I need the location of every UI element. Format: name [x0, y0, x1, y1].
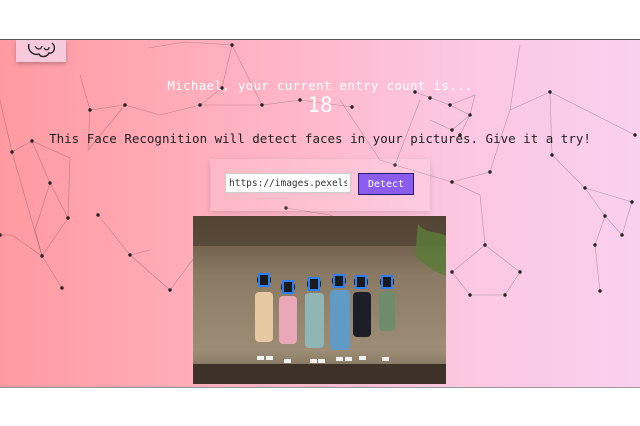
- detect-button[interactable]: Detect: [358, 173, 414, 195]
- image-url-input[interactable]: [225, 173, 351, 193]
- logo-tile[interactable]: [16, 40, 66, 62]
- greeting-text: Michael, your current entry count is...: [167, 78, 473, 93]
- entry-count: 18: [307, 93, 333, 117]
- intro-text: This Face Recognition will detect faces …: [49, 131, 591, 146]
- brain-icon: [27, 42, 56, 58]
- image-url-form: Detect: [210, 159, 430, 211]
- result-image: [193, 216, 446, 384]
- app-background: Michael, your current entry count is... …: [0, 39, 640, 388]
